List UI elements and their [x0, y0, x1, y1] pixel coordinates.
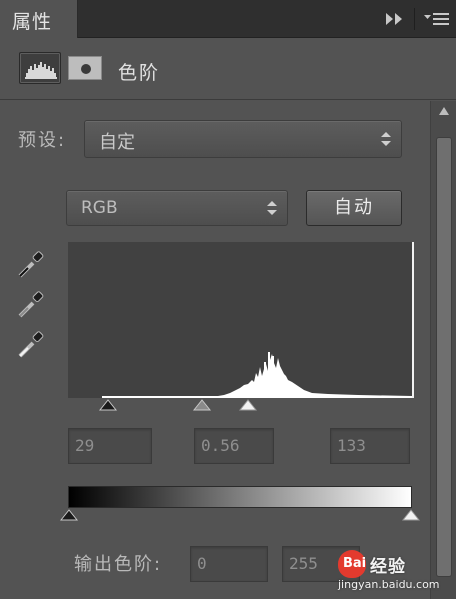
baidu-watermark: Bai 经验 jingyan.baidu.com [334, 548, 454, 594]
updown-arrow-icon [381, 132, 391, 146]
mask-icon[interactable] [68, 56, 102, 80]
white-eyedropper-icon[interactable] [16, 330, 46, 360]
output-black-handle [60, 509, 79, 521]
input-black-field[interactable]: 29 [68, 428, 152, 464]
histogram-icon[interactable] [19, 52, 61, 84]
tab-divider [414, 8, 415, 30]
input-white-field[interactable]: 133 [330, 428, 410, 464]
auto-button[interactable]: 自动 [306, 190, 402, 226]
preset-value: 自定 [99, 132, 135, 153]
channel-value: RGB [81, 198, 118, 218]
scroll-up-icon[interactable] [439, 107, 449, 115]
output-levels-label: 输出色阶: [74, 554, 163, 575]
input-gamma-field[interactable]: 0.56 [194, 428, 274, 464]
panel-title: 色阶 [118, 62, 161, 84]
channel-select[interactable]: RGB [66, 190, 288, 226]
scrollbar-thumb[interactable] [436, 137, 452, 577]
output-levels-slider[interactable] [60, 508, 420, 528]
tab-properties[interactable]: 属性 [0, 0, 78, 38]
gray-eyedropper-icon[interactable] [16, 290, 46, 320]
properties-header: 色阶 [0, 38, 456, 100]
preset-select[interactable]: 自定 [84, 120, 402, 158]
watermark-text: 经验 [370, 557, 406, 577]
input-levels-slider[interactable] [68, 396, 414, 416]
watermark-url: jingyan.baidu.com [338, 578, 440, 591]
input-white-handle [238, 399, 258, 411]
collapse-panel-icon[interactable] [386, 13, 404, 25]
panel-menu-icon[interactable] [424, 12, 450, 26]
mask-dot [81, 64, 91, 74]
baidu-paw-logo: Bai [338, 550, 366, 578]
preset-label: 预设: [18, 130, 67, 151]
input-black-handle [98, 399, 118, 411]
scrollbar[interactable] [430, 101, 456, 599]
histogram-graph [102, 352, 412, 398]
watermark-brand: Bai [343, 556, 367, 571]
updown-arrow-icon [267, 201, 277, 215]
tab-properties-label: 属性 [12, 11, 53, 33]
output-white-handle [401, 509, 420, 521]
input-gamma-handle [192, 399, 212, 411]
histogram [68, 242, 414, 398]
output-gradient-bar [68, 486, 412, 508]
black-eyedropper-icon[interactable] [16, 250, 46, 280]
output-black-field[interactable]: 0 [190, 546, 268, 582]
panel-tab-bar: 属性 [0, 0, 456, 38]
